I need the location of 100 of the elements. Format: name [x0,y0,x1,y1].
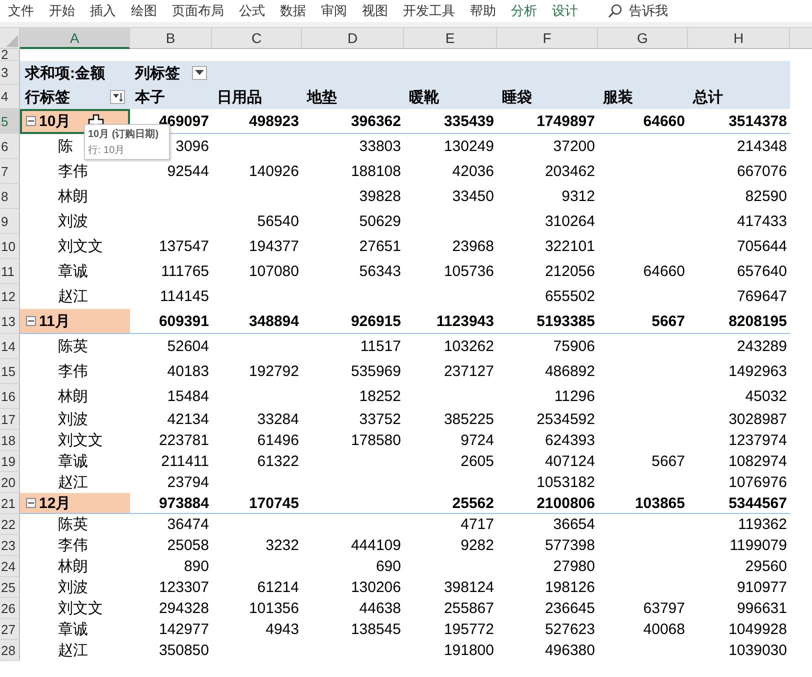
row-number[interactable]: 20 [0,472,20,493]
search-icon[interactable] [607,3,623,19]
table-cell: 192792 [248,363,299,380]
table-cell: 142977 [158,621,209,638]
ribbon-tab[interactable]: 数据 [280,2,306,20]
table-cell: 130206 [350,579,401,596]
column-header[interactable]: C [212,28,302,49]
table-cell: 211411 [161,453,209,470]
column-header-label: 暖靴 [409,88,439,106]
collapse-icon[interactable] [26,316,36,326]
table-cell: 3514378 [728,112,787,130]
ribbon-tab[interactable]: 视图 [362,2,388,20]
row-number[interactable]: 17 [0,409,20,430]
sort-filter-button[interactable] [110,90,125,104]
table-cell: 2534592 [536,411,595,428]
table-cell: 25058 [167,537,209,554]
table-cell: 1082974 [728,453,787,470]
table-cell: 1123943 [436,312,494,330]
row-number[interactable]: 5 [0,109,20,134]
row-label: 章诚 [58,452,88,471]
table-cell: 64660 [643,263,685,280]
column-header[interactable]: G [598,28,688,49]
row-label: 章诚 [58,620,88,639]
table-cell: 657640 [736,263,787,280]
row-number[interactable]: 19 [0,451,20,472]
table-cell: 973884 [158,494,209,512]
table-cell: 119362 [738,516,787,533]
table-cell: 243289 [736,338,787,355]
table-cell: 417433 [736,213,787,230]
ribbon-tab[interactable]: 开发工具 [403,2,455,20]
table-cell: 33450 [452,188,494,205]
row-number[interactable]: 14 [0,334,20,359]
ribbon-tab[interactable]: 页面布局 [172,2,224,20]
column-header[interactable]: B [130,28,212,49]
table-cell: 61322 [257,453,299,470]
table-cell: 33803 [359,138,401,155]
ribbon-tab[interactable]: 帮助 [470,2,496,20]
row-number[interactable]: 12 [0,284,20,309]
row-number[interactable]: 11 [0,259,20,284]
dropdown-arrow-icon [195,70,204,76]
row-number[interactable]: 7 [0,159,20,184]
column-header[interactable]: H [688,28,790,49]
column-header[interactable]: E [404,28,497,49]
row-number[interactable]: 15 [0,359,20,384]
ribbon-tab[interactable]: 审阅 [321,2,347,20]
collapse-icon[interactable] [26,498,36,508]
row-number[interactable]: 25 [0,577,20,598]
row-number[interactable]: 10 [0,234,20,259]
ribbon-tab[interactable]: 开始 [49,2,75,20]
row-number[interactable]: 16 [0,384,20,409]
table-cell: 56540 [257,213,299,230]
row-number[interactable]: 8 [0,184,20,209]
row-number[interactable]: 28 [0,640,20,661]
ribbon-tab[interactable]: 设计 [552,2,578,20]
row-number[interactable]: 21 [0,493,20,514]
row-number[interactable]: 9 [0,209,20,234]
row-label: 章诚 [58,262,88,281]
table-cell: 2100806 [536,494,595,512]
row-number[interactable]: 23 [0,535,20,556]
row-number[interactable]: 27 [0,619,20,640]
row-number[interactable]: 3 [0,61,20,85]
tell-me-field[interactable]: 告诉我 [629,2,668,20]
filter-dropdown-button[interactable] [192,66,207,80]
column-labels-header: 列标签 [135,64,180,82]
row-number[interactable]: 4 [0,85,20,109]
row-label: 刘波 [58,410,88,429]
column-header[interactable]: A [20,28,130,49]
row-label: 陈英 [58,515,88,534]
ribbon-tab[interactable]: 文件 [8,2,34,20]
row-number[interactable]: 6 [0,134,20,159]
table-cell: 3028987 [728,411,787,428]
row-number[interactable]: 18 [0,430,20,451]
ribbon-tab[interactable]: 分析 [511,2,537,20]
table-cell: 178580 [350,432,401,449]
row-label: 刘文文 [58,599,103,618]
row-number[interactable]: 24 [0,556,20,577]
table-cell: 350850 [158,642,209,659]
table-cell: 890 [184,558,209,575]
ribbon-tab[interactable]: 绘图 [131,2,157,20]
sort-filter-icon [112,92,122,102]
table-cell: 348894 [248,312,299,330]
collapse-icon[interactable] [26,116,36,126]
ribbon-tab[interactable]: 插入 [90,2,116,20]
column-header[interactable]: F [497,28,598,49]
table-cell: 1049928 [728,621,787,638]
row-label: 林朗 [58,557,88,576]
ribbon-tab[interactable]: 公式 [239,2,265,20]
table-cell: 123307 [158,579,209,596]
table-cell: 61214 [257,579,299,596]
table-cell: 92544 [167,163,209,180]
row-number[interactable]: 13 [0,309,20,334]
row-number[interactable]: 22 [0,514,20,535]
column-header[interactable]: D [302,28,404,49]
row-number[interactable]: 2 [0,49,20,61]
table-cell: 996631 [736,600,787,617]
table-cell: 396362 [350,112,401,130]
table-cell: 5667 [652,312,685,330]
table-cell: 237127 [444,363,494,380]
table-cell: 4943 [266,621,299,638]
row-number[interactable]: 26 [0,598,20,619]
